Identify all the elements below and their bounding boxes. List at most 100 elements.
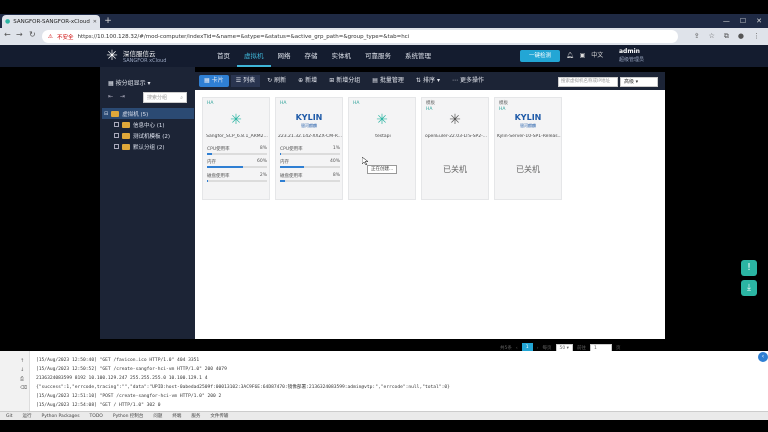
- group-search-input[interactable]: 搜索分组 ⌕: [143, 92, 187, 103]
- advanced-label: 高级: [624, 79, 635, 85]
- maximize-button[interactable]: ☐: [740, 14, 746, 28]
- nav-reliability[interactable]: 可靠服务: [358, 45, 398, 67]
- kylin-logo-text: KYLIN: [514, 113, 542, 122]
- back-button[interactable]: ←: [4, 30, 11, 39]
- status-run[interactable]: 运行: [23, 413, 32, 419]
- tree-label: 默认分组 (2): [133, 144, 165, 151]
- share-icon[interactable]: ⇪: [694, 30, 700, 43]
- status-terminal[interactable]: 终端: [172, 413, 181, 419]
- status-problems[interactable]: 问题: [153, 413, 162, 419]
- reload-button[interactable]: ↻: [29, 30, 36, 39]
- card-view-label: 卡片: [211, 77, 224, 84]
- status-file-transfer[interactable]: 文件传输: [210, 413, 228, 419]
- nav-home[interactable]: 首页: [210, 45, 237, 67]
- status-todo[interactable]: TODO: [90, 414, 103, 419]
- log-line: [15/Aug/2023 12:51:10] "POST /create-san…: [36, 394, 222, 400]
- collapse-toggle-icon[interactable]: ⊟: [104, 111, 108, 117]
- sort-button[interactable]: ⇅ 排序 ▾: [411, 75, 445, 87]
- new-tab-button[interactable]: +: [103, 15, 113, 27]
- arrow-up-icon[interactable]: ↑: [20, 357, 27, 366]
- advanced-filter-button[interactable]: 高级 ▾: [620, 77, 658, 87]
- more-actions-button[interactable]: ⋯ 更多操作: [447, 75, 489, 87]
- download-icon[interactable]: ⤓: [741, 280, 757, 296]
- new-group-button[interactable]: ⊞ 新增分组: [324, 75, 365, 87]
- nav-storage[interactable]: 存储: [298, 45, 325, 67]
- extensions-icon[interactable]: ⧉: [724, 30, 729, 43]
- sidebar-tools: ⇤ ⇥: [108, 93, 125, 100]
- arrow-down-icon[interactable]: ↓: [20, 366, 27, 375]
- mem-value: 40%: [329, 159, 340, 164]
- status-services[interactable]: 服务: [191, 413, 200, 419]
- vm-template-card[interactable]: 模板 HA ✳ openEuler-22.03-LTS-SP2-... 已关机: [421, 97, 489, 200]
- tree-node-test-template[interactable]: 测试机模板 (2): [102, 130, 194, 141]
- checkbox[interactable]: [114, 133, 119, 138]
- status-git[interactable]: Git: [6, 414, 13, 419]
- one-key-check-button[interactable]: 一键检测: [520, 50, 560, 62]
- status-python-packages[interactable]: Python Packages: [42, 414, 80, 419]
- mem-bar-fill: [280, 166, 304, 168]
- minimize-button[interactable]: —: [723, 14, 730, 28]
- log-line: [15/Aug/2023 12:54:08] "GET / HTTP/1.0" …: [36, 403, 161, 409]
- expand-icon[interactable]: ⇥: [120, 93, 125, 100]
- folder-icon: [122, 121, 130, 128]
- logo-subtitle: SANGFOR xCloud: [123, 58, 167, 64]
- folder-icon: [122, 143, 130, 150]
- sangfor-icon: ✳: [376, 112, 388, 128]
- prev-page-icon[interactable]: ‹: [516, 346, 518, 351]
- nav-network[interactable]: 网络: [271, 45, 298, 67]
- cpu-bar: [280, 153, 340, 155]
- tree-label: 虚拟机 (5): [122, 111, 149, 118]
- user-role: 超级管理员: [619, 57, 645, 63]
- language-switch[interactable]: 中文: [591, 50, 603, 62]
- vm-search-input[interactable]: 搜索虚拟机名称或IP地址: [558, 77, 618, 87]
- group-display-selector[interactable]: ▦ 按分组显示 ▾: [108, 78, 151, 87]
- vm-card[interactable]: HA KYLIN 银河麒麟 223.21.32.142-XXZX-CM-R... …: [275, 97, 343, 200]
- nav-vm[interactable]: 虚拟机: [237, 45, 271, 67]
- tree-node-vm-root[interactable]: ⊟ 虚拟机 (5): [102, 108, 194, 119]
- browser-tab[interactable]: ● SANGFOR-SANGFOR-xCloud ✕: [2, 15, 100, 28]
- app-logo[interactable]: ✳ 深信服信云 SANGFOR xCloud: [104, 48, 166, 64]
- vm-card[interactable]: HA ✳ Sangfor_SCP_6.8.1_ARM2... CPU使用率 8% …: [202, 97, 270, 200]
- profile-icon[interactable]: ●: [738, 30, 744, 43]
- disk-bar-fill: [280, 180, 285, 182]
- list-view-button[interactable]: ☰ 列表: [230, 75, 261, 87]
- power-status: 已关机: [516, 165, 540, 174]
- help-icon[interactable]: !: [741, 260, 757, 276]
- per-page-value: 50: [559, 345, 566, 351]
- vm-name: Sangfor_SCP_6.8.1_ARM2...: [206, 134, 268, 139]
- checkbox[interactable]: [114, 144, 119, 149]
- close-window-button[interactable]: ✕: [756, 14, 762, 28]
- forward-button[interactable]: →: [16, 30, 23, 39]
- url-field[interactable]: ⚠ 不安全 https://10.100.128.32/#/mod-comput…: [42, 30, 678, 43]
- bell-icon[interactable]: 🔔︎: [566, 50, 574, 62]
- collapse-icon[interactable]: ⇤: [108, 93, 113, 100]
- nav-system[interactable]: 系统管理: [398, 45, 438, 67]
- chevron-down-icon: ▾: [566, 345, 569, 351]
- checkbox[interactable]: [114, 122, 119, 127]
- mem-value: 60%: [256, 159, 267, 164]
- vm-card[interactable]: HA ✳ testapi: [348, 97, 416, 200]
- user-menu[interactable]: admin 超级管理员: [619, 48, 644, 64]
- refresh-label: 刷新: [274, 77, 287, 84]
- batch-manage-button[interactable]: ▤ 批量管理: [367, 75, 409, 87]
- refresh-button[interactable]: ↻ 刷新: [262, 75, 291, 87]
- vm-template-card[interactable]: 模板 HA KYLIN 银河麒麟 Kylin-Server-10-SP1-Rele…: [494, 97, 562, 200]
- tree-node-default-group[interactable]: 默认分组 (2): [102, 141, 194, 152]
- bookmark-star-icon[interactable]: ☆: [709, 30, 715, 43]
- tab-close-icon[interactable]: ✕: [93, 19, 97, 25]
- collapse-panel-icon[interactable]: ‹: [758, 352, 768, 362]
- mem-stat: 内存 60%: [207, 159, 267, 165]
- status-python-console[interactable]: Python 控制台: [113, 413, 144, 419]
- nav-physical[interactable]: 实体机: [325, 45, 359, 67]
- print-icon[interactable]: ⎙: [20, 375, 27, 384]
- list-icon: ☰: [235, 77, 242, 84]
- card-view-button[interactable]: ▦ 卡片: [199, 75, 229, 87]
- mem-bar: [280, 166, 340, 168]
- tree-node-info-center[interactable]: 信息中心 (1): [102, 119, 194, 130]
- task-icon[interactable]: ▣: [580, 50, 586, 62]
- next-page-icon[interactable]: ›: [537, 346, 539, 351]
- new-vm-button[interactable]: ⊕ 新增: [293, 75, 322, 87]
- disk-bar: [280, 180, 340, 182]
- trash-icon[interactable]: ⌫: [20, 384, 27, 393]
- menu-icon[interactable]: ⋮: [753, 30, 760, 43]
